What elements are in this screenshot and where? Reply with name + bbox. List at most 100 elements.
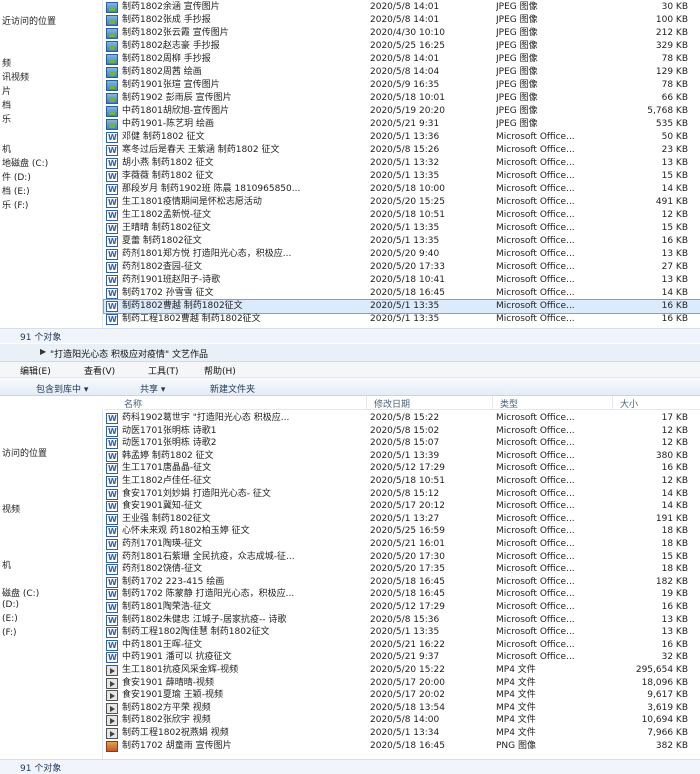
nav-item[interactable]: (E:) xyxy=(2,614,18,624)
file-row[interactable]: 制药1802张云霞 宣传图片 2020/4/30 10:10 JPEG 图像 212 … xyxy=(104,27,700,40)
file-row[interactable]: 制药1901张瑄 宣传图片 2020/5/9 16:35 JPEG 图像 78 KB xyxy=(104,79,700,92)
file-row[interactable]: 制药1802方平荣 视频 2020/5/18 13:54 MP4 文件 3,619 K… xyxy=(104,702,700,715)
file-row[interactable]: 制药工程1802陶佳慧 制药1802征文 2020/5/1 13:35 Micros… xyxy=(104,626,700,639)
nav-item[interactable]: 片 xyxy=(2,84,11,97)
file-row[interactable]: 药剂1801石紫珊 全民抗疫，众志成城-征... 2020/5/20 17:30 M… xyxy=(104,551,700,564)
file-row[interactable]: 制药1702 胡童雨 宣传图片 2020/5/18 16:45 PNG 图像 382 … xyxy=(104,740,700,753)
nav-item[interactable]: (D:) xyxy=(2,600,19,610)
file-row[interactable]: 生工1701唐晶晶-征文 2020/5/12 17:29 Microsoft Off… xyxy=(104,462,700,475)
nav-item[interactable]: 乐 xyxy=(2,112,11,125)
word-document-icon xyxy=(106,488,118,500)
file-row[interactable]: 食安1901夏瑜 王颖-视频 2020/5/17 20:02 MP4 文件 9,617… xyxy=(104,689,700,702)
file-row[interactable]: 制药1802张成 手抄报 2020/5/8 14:01 JPEG 图像 100 KB xyxy=(104,14,700,27)
file-row[interactable]: 寒冬过后是春天 王紫涵 制药1802 征文 2020/5/8 15:26 Micro… xyxy=(104,144,700,157)
nav-item[interactable]: 磁盘 (C:) xyxy=(2,586,39,599)
file-row[interactable]: 药剂1801郑方悦 打造阳光心态，积极应... 2020/5/20 9:40 Mic… xyxy=(104,248,700,261)
address-bar[interactable]: ▶ "打造阳光心态 积极应对疫情" 文艺作品 xyxy=(0,344,700,362)
file-row[interactable]: 制药1802曹越 制药1802征文 2020/5/1 13:35 Microsoft… xyxy=(103,299,700,314)
file-row[interactable]: 制药1802周茜 绘画 2020/5/8 14:04 JPEG 图像 129 KB xyxy=(104,66,700,79)
column-date[interactable]: 修改日期 xyxy=(374,397,410,410)
column-separator[interactable] xyxy=(612,396,613,409)
file-size: 100 KB xyxy=(655,15,688,25)
file-row[interactable]: 邓健 制药1802 征文 2020/5/1 13:36 Microsoft Offi… xyxy=(104,131,700,144)
explorer-window-bottom: ▶ "打造阳光心态 积极应对疫情" 文艺作品 编辑(E) 查看(V) 工具(T)… xyxy=(0,330,700,773)
menu-view[interactable]: 查看(V) xyxy=(84,364,115,377)
file-date: 2020/5/8 15:36 xyxy=(370,614,440,625)
file-row[interactable]: 制药1702 223-415 绘画 2020/5/18 16:45 Microsof… xyxy=(104,576,700,589)
file-row[interactable]: 夏蕾 制药1802征文 2020/5/1 13:35 Microsoft Offic… xyxy=(104,235,700,248)
nav-item[interactable]: 视频 xyxy=(2,502,20,515)
file-row[interactable]: 制药1802赵志豪 手抄报 2020/5/25 16:25 JPEG 图像 329 K… xyxy=(104,40,700,53)
file-row[interactable]: 药剂1701陶瑛-征文 2020/5/21 16:01 Microsoft Offi… xyxy=(104,538,700,551)
file-row[interactable]: 制药工程1802祝燕娟 视频 2020/5/1 13:34 MP4 文件 7,966 … xyxy=(104,727,700,740)
file-row[interactable]: 制药1801陶荣浩-征文 2020/5/12 17:29 Microsoft Off… xyxy=(104,601,700,614)
nav-item[interactable]: 件 (D:) xyxy=(2,170,31,183)
file-row[interactable]: 中药1801王晖-征文 2020/5/21 16:22 Microsoft Offi… xyxy=(104,639,700,652)
file-row[interactable]: 中药1901-陈艺玥 绘画 2020/5/21 9:31 JPEG 图像 535 KB xyxy=(104,118,700,131)
file-row[interactable]: 药剂1901班赵阳子-诗歌 2020/5/18 10:41 Microsoft Of… xyxy=(104,274,700,287)
file-row[interactable]: 制药1802朱健忠 江城子-居家抗疫-- 诗歌 2020/5/8 15:36 Mic… xyxy=(104,614,700,627)
column-separator[interactable] xyxy=(366,396,367,409)
file-row[interactable]: 中药1901 潘可以 抗疫征文 2020/5/21 9:37 Microsoft O… xyxy=(104,651,700,664)
file-row[interactable]: 中药1801胡欣旭-宣传图片 2020/5/19 20:20 JPEG 图像 5,76… xyxy=(104,105,700,118)
file-row[interactable]: 食安1901 薛晴晴-视频 2020/5/17 20:00 MP4 文件 18,096… xyxy=(104,677,700,690)
file-date: 2020/5/12 17:29 xyxy=(370,602,445,612)
nav-item[interactable]: 近访问的位置 xyxy=(2,14,56,27)
column-name[interactable]: 名称 xyxy=(124,397,142,410)
file-row[interactable]: 制药1902 彭雨辰 宣传图片 2020/5/18 10:01 JPEG 图像 66 … xyxy=(104,92,700,105)
column-header: 名称 修改日期 类型 大小 xyxy=(104,396,700,410)
include-in-library-button[interactable]: 包含到库中 ▾ xyxy=(36,382,88,395)
column-size[interactable]: 大小 xyxy=(620,397,638,410)
file-row[interactable]: 李薇薇 制药1802 征文 2020/5/1 13:35 Microsoft Off… xyxy=(104,170,700,183)
menu-tools[interactable]: 工具(T) xyxy=(148,364,179,377)
file-type: Microsoft Office... xyxy=(496,539,575,549)
file-row[interactable]: 制药1702 陈蒙静 打造阳光心态，积极应... 2020/5/18 16:45 M… xyxy=(104,588,700,601)
file-row[interactable]: 药剂1802查园-征文 2020/5/20 17:33 Microsoft Offi… xyxy=(104,261,700,274)
share-button[interactable]: 共享 ▾ xyxy=(140,382,165,395)
menu-edit[interactable]: 编辑(E) xyxy=(20,364,51,377)
menu-help[interactable]: 帮助(H) xyxy=(204,364,236,377)
file-row[interactable]: 制药1802张欣宇 视频 2020/5/8 14:00 MP4 文件 10,694 K… xyxy=(104,714,700,727)
file-row[interactable]: 心怀未来观 药1802柏玉婷 征文 2020/5/25 16:59 Microsof… xyxy=(104,525,700,538)
file-row[interactable]: 胡小燕 制药1802 征文 2020/5/1 13:32 Microsoft Off… xyxy=(104,157,700,170)
file-row[interactable]: 那段岁月 制药1902班 陈晨 1810965850... 2020/5/18 1… xyxy=(104,183,700,196)
file-row[interactable]: 制药1802余涵 宣传图片 2020/5/8 14:01 JPEG 图像 30 KB xyxy=(104,1,700,14)
new-folder-button[interactable]: 新建文件夹 xyxy=(210,382,255,395)
file-row[interactable]: 生工1801抗疫风采金辉-视频 2020/5/20 15:22 MP4 文件 295,… xyxy=(104,664,700,677)
file-type: JPEG 图像 xyxy=(496,80,538,90)
word-document-icon xyxy=(106,301,118,312)
file-row[interactable]: 制药工程1802曹越 制药1802征文 2020/5/1 13:35 Microso… xyxy=(104,313,700,326)
file-row[interactable]: 动医1701张明栋 诗歌2 2020/5/8 15:07 Microsoft Off… xyxy=(104,437,700,450)
file-row[interactable]: 生工1802孟新悦-征文 2020/5/18 10:51 Microsoft Off… xyxy=(104,209,700,222)
file-row[interactable]: 韩孟婷 制药1802 征文 2020/5/1 13:39 Microsoft Off… xyxy=(104,450,700,463)
column-separator[interactable] xyxy=(492,396,493,409)
nav-item[interactable]: 机 xyxy=(2,558,11,571)
word-document-icon xyxy=(106,639,118,651)
file-row[interactable]: 动医1701张明栋 诗歌1 2020/5/8 15:02 Microsoft Off… xyxy=(104,425,700,438)
file-row[interactable]: 生工1801疫情期间是怀松志愿活动 2020/5/20 15:25 Microsof… xyxy=(104,196,700,209)
address-path[interactable]: "打造阳光心态 积极应对疫情" 文艺作品 xyxy=(50,347,208,360)
nav-item[interactable]: 档 (E:) xyxy=(2,184,30,197)
file-date: 2020/5/1 13:36 xyxy=(370,132,440,142)
nav-item[interactable]: 讯视频 xyxy=(2,70,29,83)
file-row[interactable]: 食安1901冀知-征文 2020/5/17 20:12 Microsoft Offi… xyxy=(104,500,700,513)
file-name: 那段岁月 制药1902班 陈晨 1810965850... xyxy=(122,184,301,194)
file-row[interactable]: 食安1701刘妙娟 打造阳光心态- 征文 2020/5/8 15:12 Micros… xyxy=(104,488,700,501)
file-row[interactable]: 制药1702 孙雪雪 征文 2020/5/18 16:45 Microsoft Of… xyxy=(104,287,700,300)
nav-item[interactable]: 乐 (F:) xyxy=(2,198,28,211)
nav-item[interactable]: 地磁盘 (C:) xyxy=(2,156,48,169)
file-row[interactable]: 药剂1802饶倩-征文 2020/5/20 17:35 Microsoft Offi… xyxy=(104,563,700,576)
nav-item[interactable]: 频 xyxy=(2,56,11,69)
nav-item[interactable]: 访问的位置 xyxy=(2,446,47,459)
nav-item[interactable]: 机 xyxy=(2,142,11,155)
file-name: 制药1901张瑄 宣传图片 xyxy=(122,80,220,90)
file-size: 129 KB xyxy=(655,67,688,77)
file-row[interactable]: 王晴晴 制药1802征文 2020/5/1 13:35 Microsoft Offi… xyxy=(104,222,700,235)
nav-item[interactable]: (F:) xyxy=(2,628,17,638)
nav-item[interactable]: 档 xyxy=(2,98,11,111)
file-row[interactable]: 王业强 制药1802征文 2020/5/1 13:27 Microsoft Offi… xyxy=(104,513,700,526)
file-row[interactable]: 药科1902葛世宇 "打造阳光心态 积极应... 2020/5/8 15:22 Mi… xyxy=(104,412,700,425)
column-type[interactable]: 类型 xyxy=(500,397,518,410)
file-row[interactable]: 制药1802周柳 手抄报 2020/5/8 14:01 JPEG 图像 78 KB xyxy=(104,53,700,66)
file-row[interactable]: 生工1802卢佳任-征文 2020/5/18 10:51 Microsoft Off… xyxy=(104,475,700,488)
